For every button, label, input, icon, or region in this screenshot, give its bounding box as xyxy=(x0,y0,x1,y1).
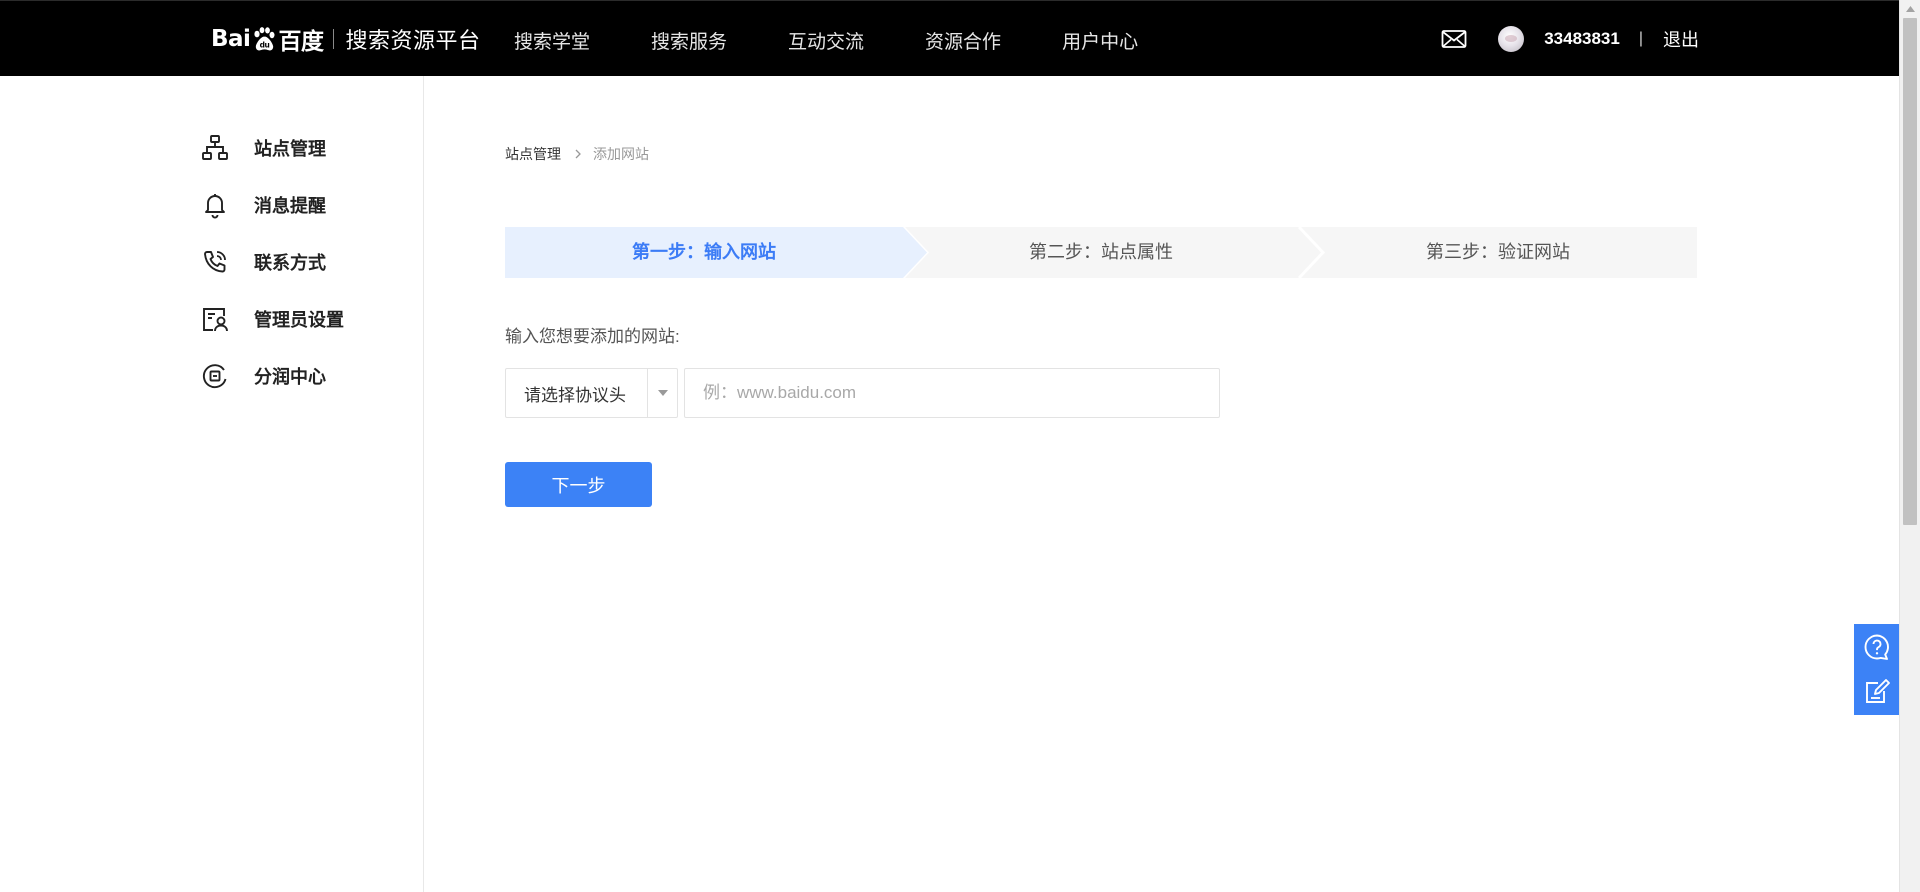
logo-divider xyxy=(333,29,335,49)
protocol-select-arrow[interactable] xyxy=(647,369,677,417)
sidebar-item-admin-settings[interactable]: 管理员设置 xyxy=(200,304,344,334)
user-divider: | xyxy=(1638,30,1643,47)
website-field-label: 输入您想要添加的网站: xyxy=(505,327,680,346)
step-3-verify-site: 第三步：验证网站 xyxy=(1426,242,1570,262)
top-navigation-bar: Bai du 百度 搜索资源平台 搜索学堂 搜索服务 互动交流 资源合作 用户中… xyxy=(0,0,1899,76)
nav-item-resource-cooperation[interactable]: 资源合作 xyxy=(925,1,1001,77)
edit-note-icon xyxy=(1865,679,1890,704)
admin-card-icon xyxy=(203,308,228,332)
user-area: 33483831 | 退出 xyxy=(1441,1,1699,77)
sidebar: 站点管理 消息提醒 联系方式 管理员设置 分润中心 xyxy=(0,76,424,892)
sidebar-item-label: 联系方式 xyxy=(254,253,326,273)
floating-toolbar xyxy=(1854,624,1899,715)
caret-up-icon xyxy=(1905,5,1915,12)
step-1-enter-site: 第一步：输入网站 xyxy=(632,242,776,262)
question-bubble-icon xyxy=(1864,634,1889,660)
revenue-icon xyxy=(202,364,227,389)
help-button[interactable] xyxy=(1861,631,1893,663)
caret-down-icon xyxy=(657,390,668,396)
protocol-select[interactable]: 请选择协议头 xyxy=(505,368,678,418)
phone-icon xyxy=(204,251,226,273)
nav-item-search-services[interactable]: 搜索服务 xyxy=(651,1,727,77)
sidebar-item-label: 消息提醒 xyxy=(254,196,326,216)
sidebar-item-notifications[interactable]: 消息提醒 xyxy=(200,190,326,220)
user-avatar[interactable] xyxy=(1498,26,1525,52)
baidu-paw-icon: du xyxy=(254,27,275,51)
bell-icon xyxy=(205,194,225,219)
protocol-select-value: 请选择协议头 xyxy=(524,385,626,405)
sidebar-item-contact[interactable]: 联系方式 xyxy=(200,247,326,277)
logout-link[interactable]: 退出 xyxy=(1663,26,1699,52)
nav-item-user-center[interactable]: 用户中心 xyxy=(1062,1,1138,77)
scrollbar-thumb[interactable] xyxy=(1903,18,1917,525)
sidebar-item-label: 分润中心 xyxy=(254,367,326,387)
step-2-site-properties: 第二步：站点属性 xyxy=(1029,242,1173,262)
breadcrumb: 站点管理 添加网站 xyxy=(505,144,649,164)
svg-text:du: du xyxy=(260,41,270,50)
baidu-wordmark: Bai du 百度 xyxy=(211,26,324,55)
platform-title: 搜索资源平台 xyxy=(345,28,481,53)
baidu-logo[interactable]: Bai du 百度 搜索资源平台 xyxy=(211,20,480,58)
scroll-up-arrow[interactable] xyxy=(1900,0,1920,17)
breadcrumb-current: 添加网站 xyxy=(593,146,649,162)
chevron-right-icon xyxy=(575,149,581,159)
website-url-input[interactable] xyxy=(684,368,1220,418)
sidebar-item-site-management[interactable]: 站点管理 xyxy=(200,133,326,163)
next-step-button[interactable]: 下一步 xyxy=(505,462,652,507)
username[interactable]: 33483831 xyxy=(1544,29,1620,49)
page-scrollbar[interactable] xyxy=(1899,0,1920,892)
nav-item-search-academy[interactable]: 搜索学堂 xyxy=(514,1,590,77)
feedback-button[interactable] xyxy=(1861,676,1893,708)
sitemap-icon xyxy=(202,135,228,160)
nav-item-interaction[interactable]: 互动交流 xyxy=(788,1,864,77)
sidebar-item-revenue-center[interactable]: 分润中心 xyxy=(200,361,326,391)
main-nav: 搜索学堂 搜索服务 互动交流 资源合作 用户中心 xyxy=(514,1,1199,77)
mail-icon[interactable] xyxy=(1441,29,1467,49)
sidebar-item-label: 站点管理 xyxy=(254,139,326,159)
step-indicator: 第一步：输入网站 第二步：站点属性 第三步：验证网站 xyxy=(505,227,1697,278)
breadcrumb-site-management[interactable]: 站点管理 xyxy=(505,144,561,164)
sidebar-item-label: 管理员设置 xyxy=(254,310,344,330)
